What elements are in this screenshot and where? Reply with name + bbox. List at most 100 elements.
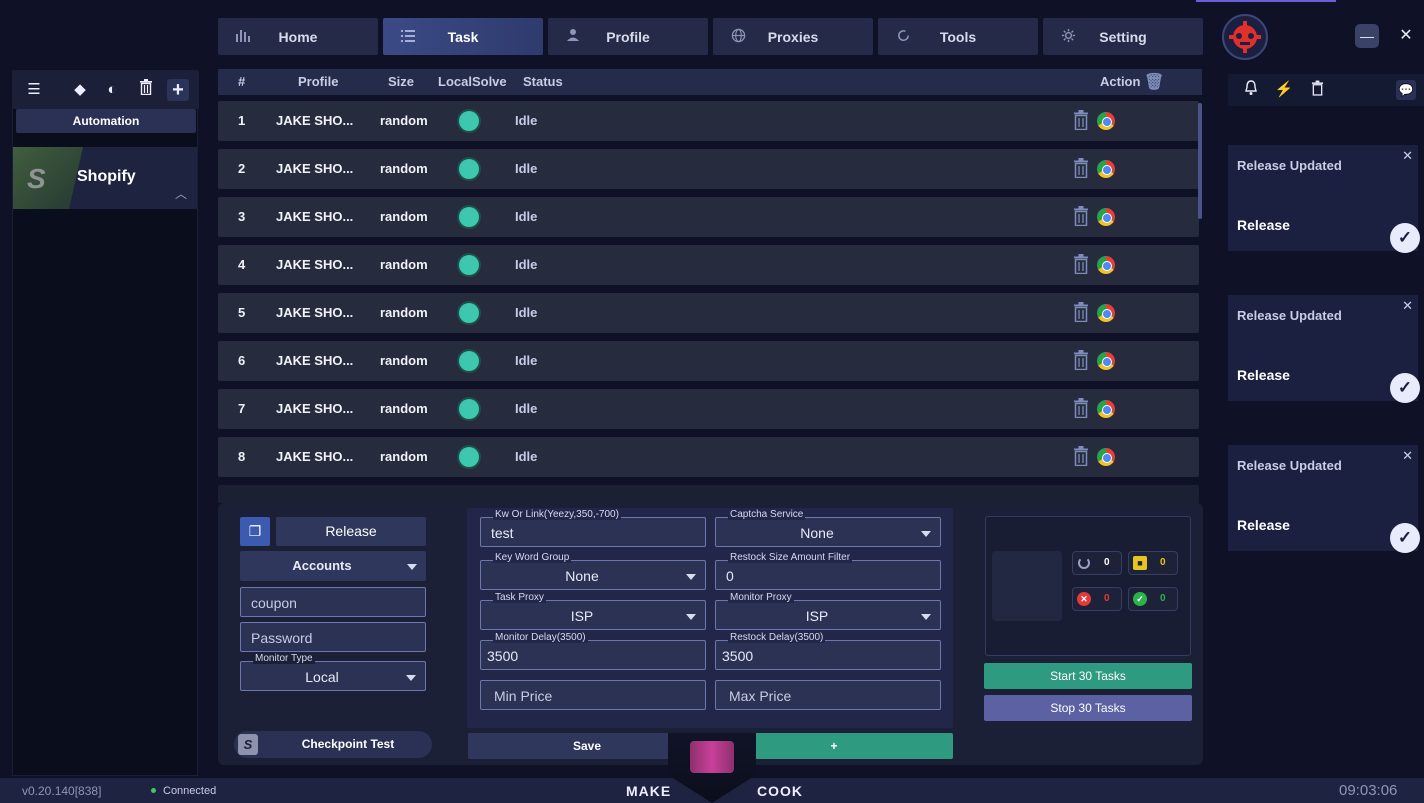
close-button[interactable]: ✕ — [1394, 24, 1418, 48]
chrome-icon[interactable] — [1097, 448, 1115, 466]
localsolve-toggle[interactable] — [459, 255, 479, 275]
delete-row-icon[interactable] — [1072, 158, 1090, 180]
table-row[interactable]: 2 JAKE SHO... random Idle — [218, 149, 1199, 189]
lightning-icon[interactable]: ⚡ — [1274, 80, 1294, 100]
chrome-icon[interactable] — [1097, 112, 1115, 130]
tab-tools[interactable]: Tools — [878, 18, 1038, 55]
row-number: 7 — [238, 401, 246, 416]
table-row[interactable]: 3 JAKE SHO... random Idle — [218, 197, 1199, 237]
chevron-down-icon — [686, 614, 696, 620]
chrome-icon[interactable] — [1097, 160, 1115, 178]
table-header: # Profile Size LocalSolve Status Action … — [218, 69, 1202, 95]
dismiss-icon[interactable]: ✕ — [1402, 298, 1413, 314]
coupon-input[interactable]: coupon — [240, 587, 426, 617]
confirm-check-icon[interactable]: ✓ — [1390, 223, 1420, 253]
contrast-icon[interactable]: ◐ — [101, 79, 123, 101]
monitor-type-select[interactable]: Monitor Type Local — [240, 653, 426, 691]
notification-body: Release — [1237, 367, 1290, 383]
chrome-icon[interactable] — [1097, 208, 1115, 226]
delete-row-icon[interactable] — [1072, 302, 1090, 324]
chevron-up-icon[interactable]: ︿ — [175, 185, 187, 202]
tab-proxies[interactable]: Proxies — [713, 18, 873, 55]
confirm-check-icon[interactable]: ✓ — [1390, 523, 1420, 553]
restock-delay-input[interactable]: Restock Delay(3500) 3500 — [715, 632, 941, 670]
localsolve-toggle[interactable] — [459, 159, 479, 179]
localsolve-toggle[interactable] — [459, 351, 479, 371]
delete-row-icon[interactable] — [1072, 446, 1090, 468]
delete-row-icon[interactable] — [1072, 206, 1090, 228]
table-row[interactable]: 8 JAKE SHO... random Idle — [218, 437, 1199, 477]
cube-icon[interactable]: ◆ — [69, 79, 91, 101]
localsolve-toggle[interactable] — [459, 111, 479, 131]
list-view-icon[interactable]: ☰ — [23, 79, 45, 101]
trash-icon[interactable] — [1307, 80, 1327, 100]
dismiss-icon[interactable]: ✕ — [1402, 448, 1413, 464]
chat-icon[interactable]: 💬 — [1396, 80, 1416, 100]
row-status: Idle — [515, 209, 538, 224]
tab-profile[interactable]: Profile — [548, 18, 708, 55]
tab-label: Setting — [1099, 28, 1147, 45]
chrome-icon[interactable] — [1097, 400, 1115, 418]
notification-title: Release Updated — [1237, 158, 1342, 173]
keyword-input[interactable]: Kw Or Link(Yeezy,350,-700) test — [480, 509, 706, 547]
localsolve-toggle[interactable] — [459, 303, 479, 323]
localsolve-toggle[interactable] — [459, 207, 479, 227]
notification-title: Release Updated — [1237, 458, 1342, 473]
table-row[interactable]: 1 JAKE SHO... random Idle — [218, 101, 1199, 141]
restock-filter-input[interactable]: Restock Size Amount Filter 0 — [715, 552, 941, 590]
dismiss-icon[interactable]: ✕ — [1402, 148, 1413, 164]
col-num: # — [238, 74, 246, 89]
chevron-down-icon — [406, 675, 416, 681]
clock: 09:03:06 — [1339, 782, 1398, 799]
max-price-input[interactable]: Max Price — [715, 680, 941, 710]
delete-row-icon[interactable] — [1072, 110, 1090, 132]
trash-icon[interactable] — [135, 79, 157, 101]
monitor-delay-input[interactable]: Monitor Delay(3500) 3500 — [480, 632, 706, 670]
checkpoint-test-button[interactable]: S Checkpoint Test — [234, 731, 432, 758]
delete-row-icon[interactable] — [1072, 398, 1090, 420]
table-row[interactable]: 7 JAKE SHO... random Idle — [218, 389, 1199, 429]
chrome-icon[interactable] — [1097, 256, 1115, 274]
col-action: Action — [1100, 74, 1141, 89]
sidebar: ☰ ◆ ◐ + Automation S Shopify ︿ — [12, 70, 199, 776]
tab-home[interactable]: Home — [218, 18, 378, 55]
tab-task[interactable]: Task — [383, 18, 543, 55]
table-row[interactable]: 4 JAKE SHO... random Idle — [218, 245, 1199, 285]
copy-icon[interactable]: ❐ — [240, 517, 270, 546]
bell-icon[interactable] — [1241, 80, 1261, 100]
store-card-shopify[interactable]: S Shopify ︿ — [13, 147, 197, 209]
delete-row-icon[interactable] — [1072, 254, 1090, 276]
monitor-proxy-select[interactable]: Monitor Proxy ISP — [715, 592, 941, 630]
chrome-icon[interactable] — [1097, 304, 1115, 322]
keyword-group-select[interactable]: Key Word Group None — [480, 552, 706, 590]
tab-setting[interactable]: Setting — [1043, 18, 1203, 55]
stop-tasks-button[interactable]: Stop 30 Tasks — [984, 695, 1192, 721]
captcha-service-select[interactable]: Captcha Service None — [715, 509, 941, 547]
table-row[interactable]: 5 JAKE SHO... random Idle — [218, 293, 1199, 333]
table-scrollbar[interactable] — [1198, 103, 1202, 219]
automation-button[interactable]: Automation — [16, 109, 196, 133]
localsolve-toggle[interactable] — [459, 447, 479, 467]
row-size: random — [380, 305, 428, 320]
window-accent-bar — [1196, 0, 1336, 2]
accounts-select[interactable]: Accounts — [240, 551, 426, 581]
row-number: 2 — [238, 161, 246, 176]
release-button[interactable]: Release — [276, 517, 426, 546]
password-input[interactable]: Password — [240, 622, 426, 652]
min-price-input[interactable]: Min Price — [480, 680, 706, 710]
notification-body: Release — [1237, 217, 1290, 233]
confirm-check-icon[interactable]: ✓ — [1390, 373, 1420, 403]
chrome-icon[interactable] — [1097, 352, 1115, 370]
row-status: Idle — [515, 449, 538, 464]
notification-body: Release — [1237, 517, 1290, 533]
row-profile: JAKE SHO... — [276, 257, 354, 272]
minimize-button[interactable]: — — [1355, 24, 1379, 48]
start-tasks-button[interactable]: Start 30 Tasks — [984, 663, 1192, 689]
task-proxy-select[interactable]: Task Proxy ISP — [480, 592, 706, 630]
brand-make: MAKE — [626, 783, 672, 799]
table-row[interactable]: 6 JAKE SHO... random Idle — [218, 341, 1199, 381]
localsolve-toggle[interactable] — [459, 399, 479, 419]
delete-row-icon[interactable] — [1072, 350, 1090, 372]
add-icon[interactable]: + — [167, 79, 189, 101]
delete-all-icon[interactable]: 🗑 — [1144, 72, 1164, 92]
